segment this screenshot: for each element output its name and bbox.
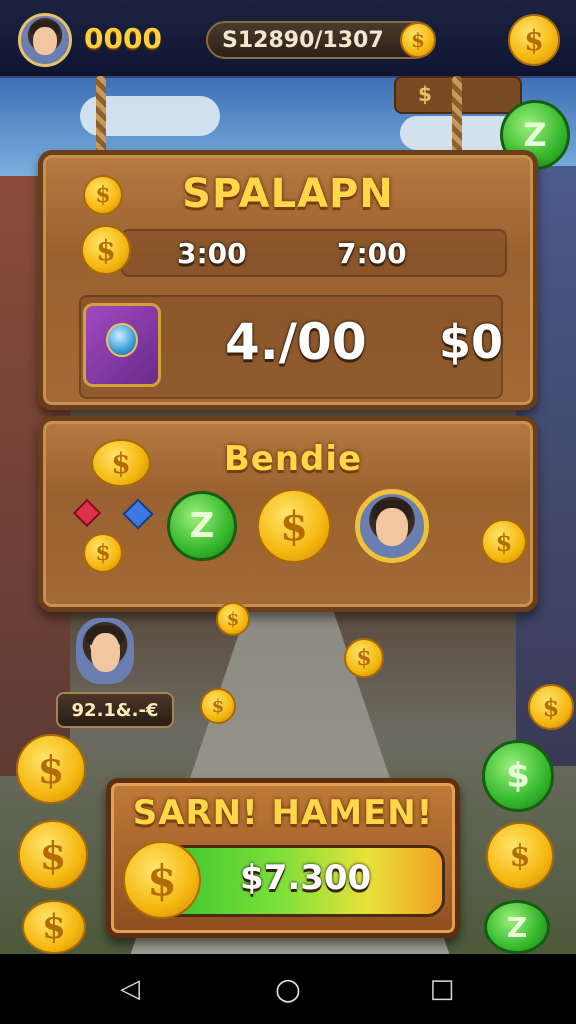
balance-text: S12890/1307 — [222, 27, 384, 53]
side-coin-icon: $ — [481, 519, 527, 565]
recent-apps-button[interactable]: □ — [412, 959, 472, 1019]
sapphire-icon — [122, 498, 154, 530]
claim-banner: SARN! HAMEN! $7.300 $ — [106, 778, 460, 938]
balance-coin-icon: $ — [400, 22, 436, 58]
claim-progress-value: $7.300 — [240, 858, 372, 898]
event-panel: $ SPALAPN 3:00 7:00 $ 4./00 $0 — [38, 150, 538, 410]
coin-pile-coin: $ — [22, 900, 86, 954]
treasure-chest-icon — [83, 303, 161, 387]
falling-coin: $ — [216, 602, 250, 636]
ruby-icon — [72, 498, 102, 528]
reward-row: 4./00 $0 — [79, 295, 503, 399]
avatar-reward[interactable] — [355, 489, 429, 563]
reward-price: $0 — [439, 315, 504, 369]
bundle-panel: Bendie $ $ Z $ $ — [38, 416, 538, 612]
falling-coin: $ — [528, 684, 574, 730]
home-button[interactable]: ○ — [258, 959, 318, 1019]
shop-coin-button[interactable]: $ — [508, 14, 560, 66]
player-avatar[interactable] — [18, 13, 72, 67]
coin-icon: $ — [83, 533, 123, 573]
timer-right: 7:00 — [337, 237, 407, 270]
claim-coin-icon: $ — [123, 841, 201, 919]
top-bar: 0000 S12890/1307 $ $ — [0, 0, 576, 78]
green-token-decor: Z — [484, 900, 550, 954]
back-button[interactable]: ◁ — [100, 959, 160, 1019]
coin-pile-coin: $ — [16, 734, 86, 804]
gold-coin-reward[interactable]: $ — [257, 489, 331, 563]
timer-coin-icon: $ — [81, 225, 131, 275]
coin-pile-coin: $ — [486, 822, 554, 890]
coin-pile-coin: $ — [18, 820, 88, 890]
green-token-reward[interactable]: Z — [167, 491, 237, 561]
claim-title: SARN! HAMEN! — [132, 793, 434, 833]
hanging-sign-symbol: $ — [418, 82, 432, 106]
player-character — [76, 618, 134, 684]
falling-coin: $ — [344, 638, 384, 678]
coin-stack-icon: $ — [91, 439, 151, 487]
system-nav-bar: ◁ ○ □ — [0, 954, 576, 1024]
player-value-chip: 92.1&.-€ — [56, 692, 174, 728]
green-token-decor: $ — [482, 740, 554, 812]
event-title: SPALAPN — [182, 171, 394, 217]
reward-amount: 4./00 — [225, 313, 367, 371]
timer-left: 3:00 — [177, 237, 247, 270]
player-coin-count: 0000 — [84, 22, 162, 55]
timer-row: 3:00 7:00 — [121, 229, 507, 277]
falling-coin: $ — [200, 688, 236, 724]
